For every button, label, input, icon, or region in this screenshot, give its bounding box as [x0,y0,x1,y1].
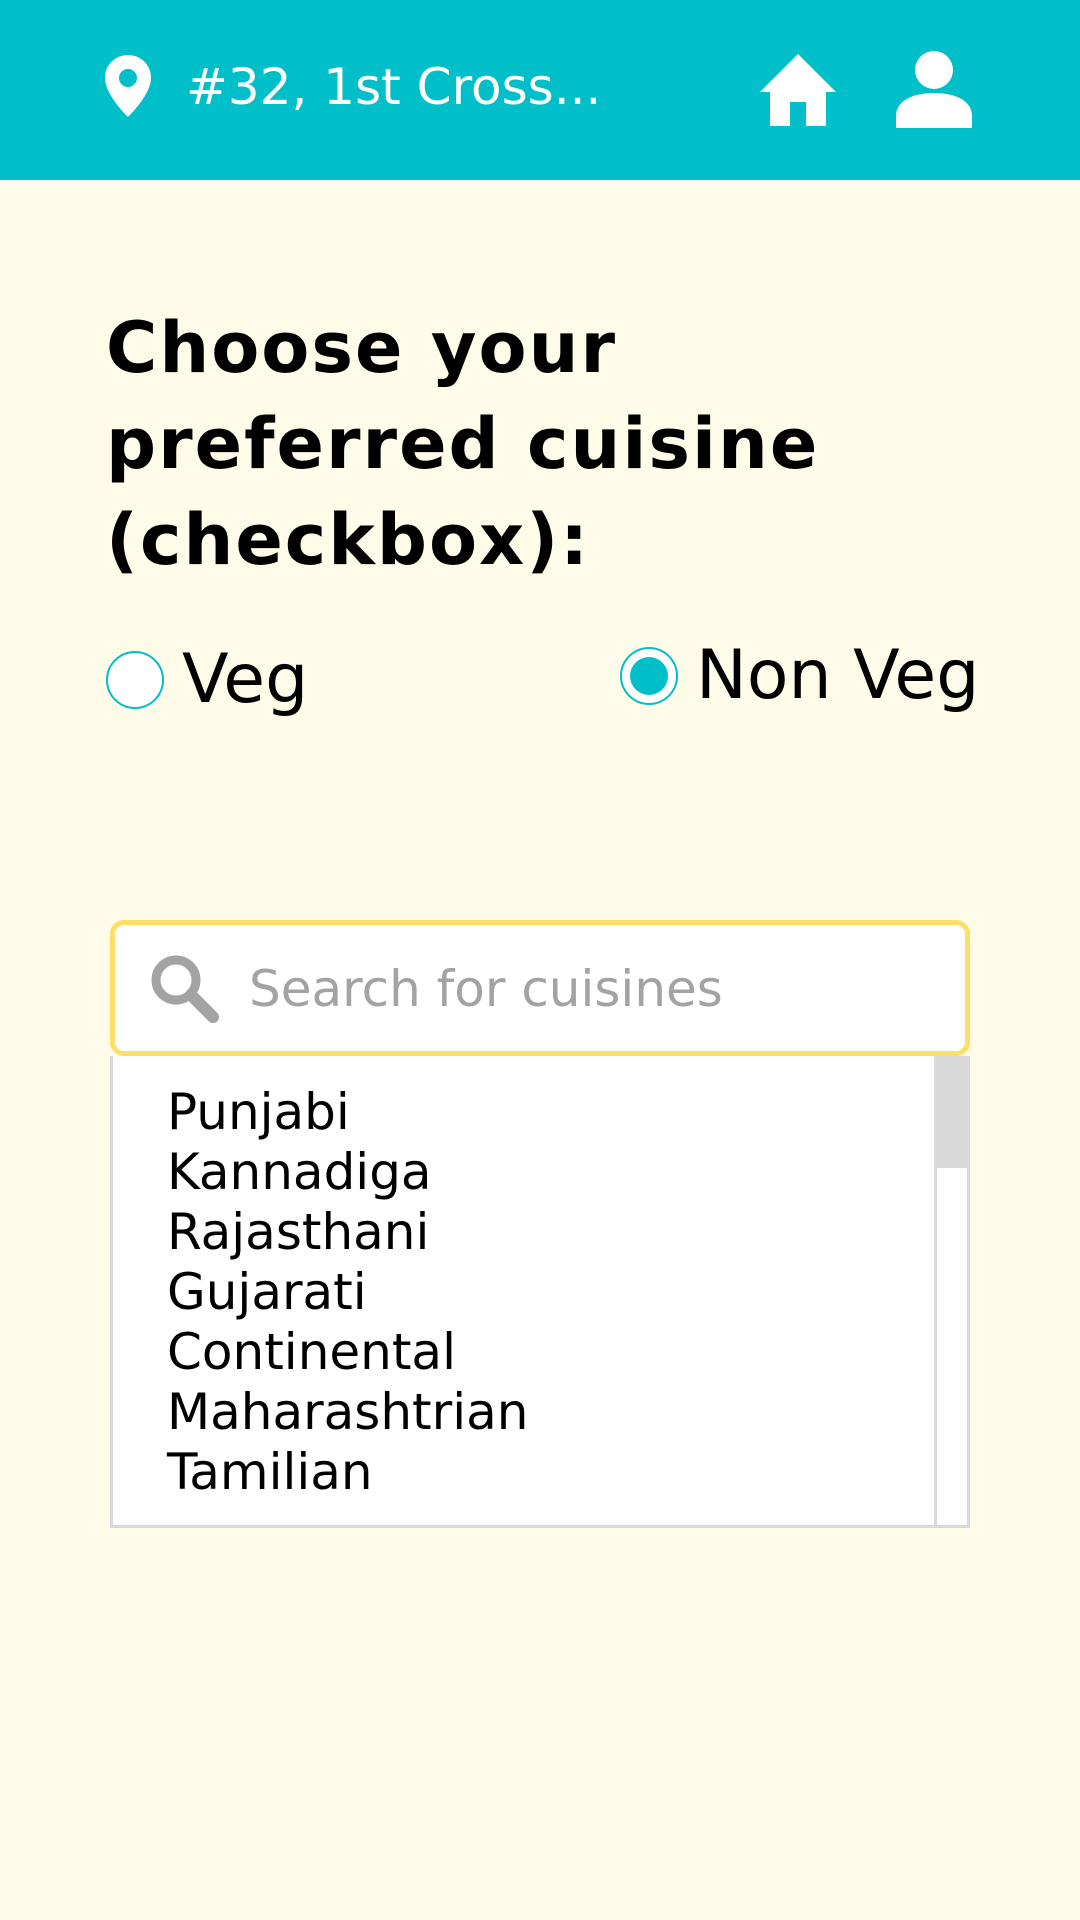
top-bar: #32, 1st Cross... [0,0,1080,180]
scrollbar-thumb[interactable] [937,1056,967,1168]
radio-non-veg[interactable]: Non Veg [620,636,979,716]
home-button[interactable] [758,52,838,128]
cuisine-list-panel: Punjabi Kannadiga Rajasthani Gujarati Co… [110,1056,970,1528]
cuisine-option-continental[interactable]: Continental [167,1322,887,1382]
radio-non-veg-label: Non Veg [696,636,980,715]
cuisine-search-box[interactable] [110,920,970,1056]
radio-veg-circle[interactable] [106,651,164,709]
cuisine-option-punjabi[interactable]: Punjabi [167,1082,887,1142]
search-icon [151,955,219,1023]
cuisine-option-rajasthani[interactable]: Rajasthani [167,1202,887,1262]
cuisine-search-input[interactable] [249,949,939,1029]
radio-veg[interactable]: Veg [106,640,308,720]
user-icon [896,51,972,128]
map-pin-icon [105,55,151,117]
profile-button[interactable] [894,50,974,128]
cuisine-option-tamilian[interactable]: Tamilian [167,1442,887,1502]
cuisine-option-kannadiga[interactable]: Kannadiga [167,1142,887,1202]
cuisine-option-maharashtrian[interactable]: Maharashtrian [167,1382,887,1442]
page-title: Choose your preferred cuisine (checkbox)… [106,307,820,581]
radio-veg-label: Veg [182,640,309,719]
delivery-address[interactable]: #32, 1st Cross... [186,52,601,122]
cuisine-list-scrollbar[interactable] [934,1056,967,1525]
radio-non-veg-circle[interactable] [620,647,678,705]
cuisine-list: Punjabi Kannadiga Rajasthani Gujarati Co… [167,1082,887,1502]
cuisine-option-gujarati[interactable]: Gujarati [167,1262,887,1322]
home-icon [760,54,836,126]
